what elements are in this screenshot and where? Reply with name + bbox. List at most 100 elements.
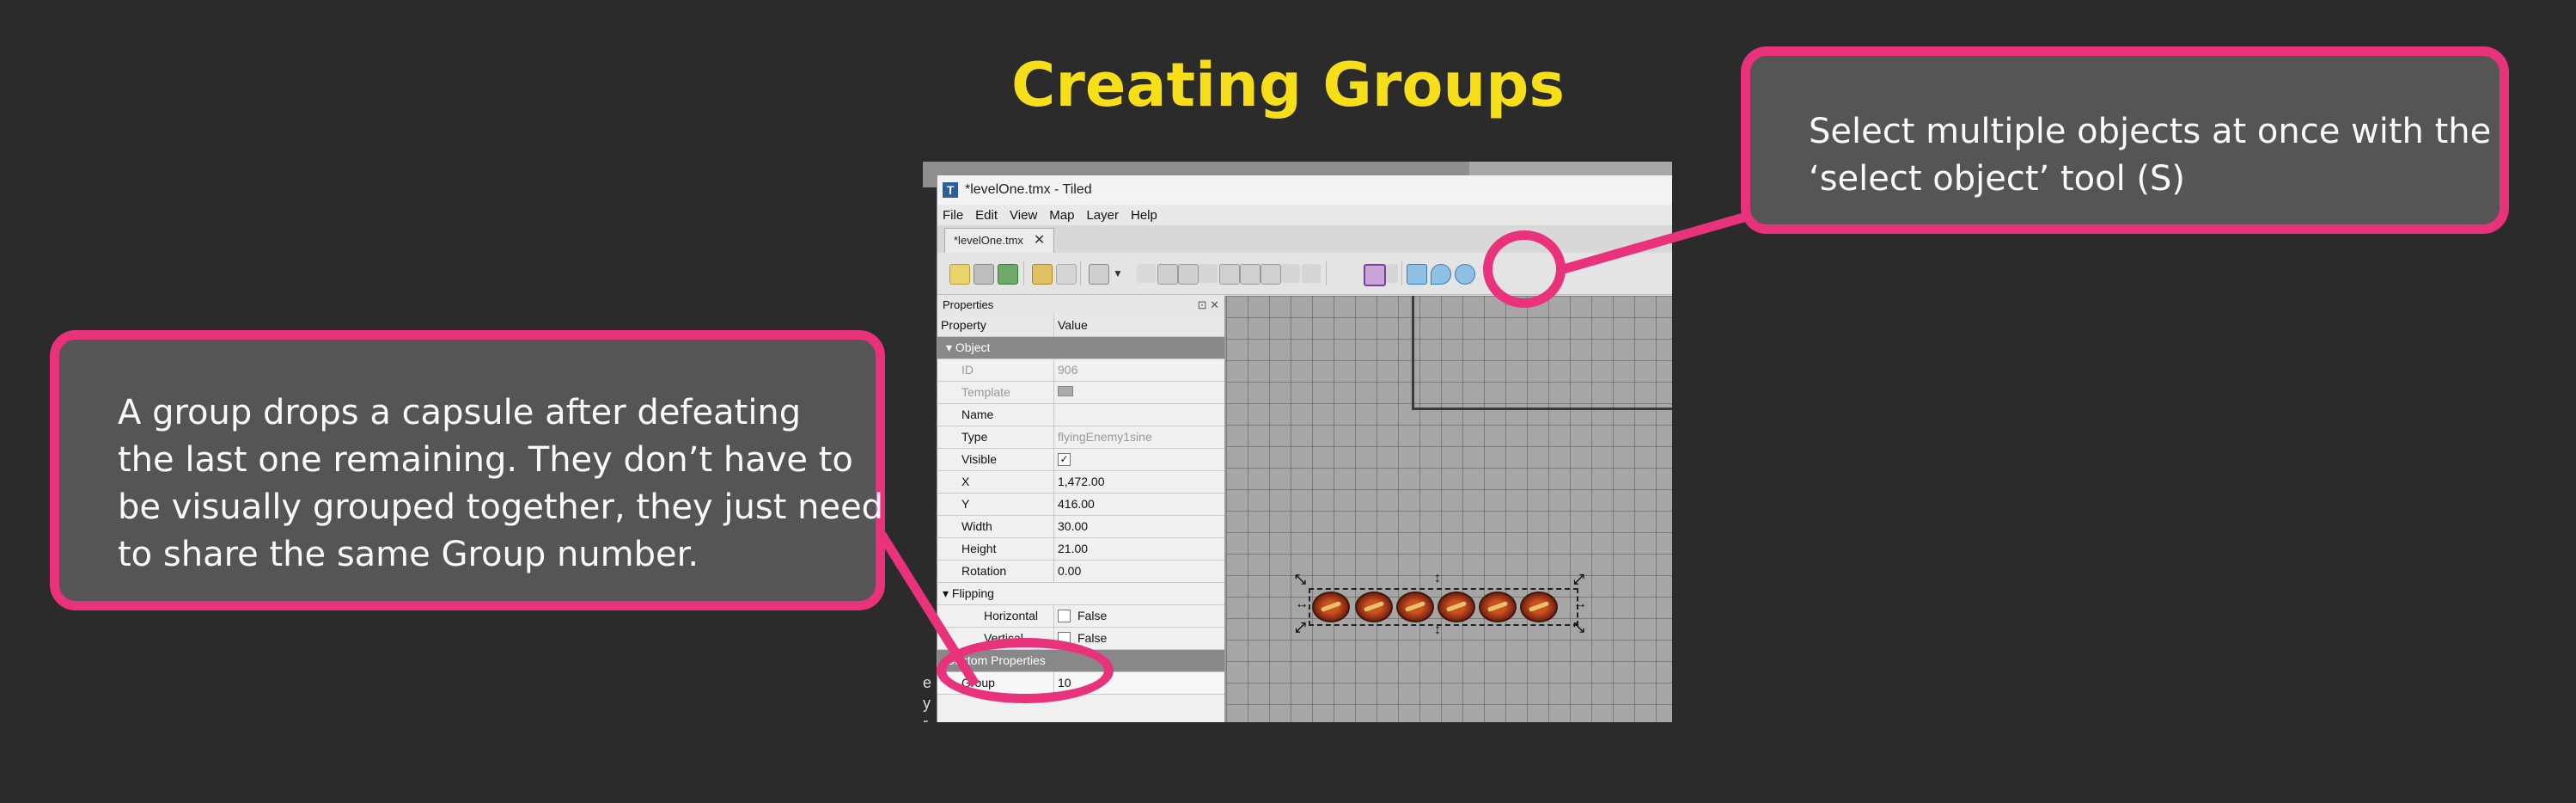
visible-checkbox[interactable]: ✓ [1058, 452, 1071, 466]
edit-polygon-icon[interactable] [1386, 264, 1398, 283]
bucket-fill-icon[interactable] [1178, 264, 1199, 285]
select-object-tool-icon[interactable] [1364, 264, 1386, 286]
resize-handle-icon[interactable]: ↔ [1573, 597, 1587, 612]
property-row-y[interactable]: Y 416.00 [937, 493, 1224, 516]
resize-handle-icon[interactable]: ↕ [1434, 571, 1441, 586]
select-same-tile-icon[interactable] [1281, 264, 1300, 283]
map-wall-vertical [1412, 296, 1414, 409]
left-callout-line: A group drops a capsule after defeating [118, 393, 802, 432]
property-key: Name [937, 404, 1054, 426]
menu-bar: File Edit View Map Layer Help [937, 205, 1672, 225]
menu-edit[interactable]: Edit [975, 208, 998, 223]
property-row-x[interactable]: X 1,472.00 [937, 471, 1224, 493]
property-row-rotation[interactable]: Rotation 0.00 [937, 561, 1224, 583]
property-row-template[interactable]: Template [937, 382, 1224, 404]
tab-label: *levelOne.tmx [954, 234, 1023, 247]
magic-wand-icon[interactable] [1261, 264, 1281, 285]
property-value[interactable]: ✓ [1054, 449, 1224, 470]
property-value[interactable]: 1,472.00 [1054, 471, 1224, 493]
column-value: Value [1058, 318, 1088, 332]
save-file-icon[interactable] [998, 264, 1018, 285]
property-value[interactable] [1054, 404, 1224, 426]
strip-letter-3: r [923, 715, 928, 722]
toolbar-separator [1080, 261, 1081, 285]
left-callout-line: be visually grouped together, they just … [118, 487, 884, 527]
tiled-app-icon: T [943, 182, 958, 198]
property-key: Width [937, 516, 1054, 537]
open-file-icon[interactable] [974, 264, 994, 285]
left-callout-line: to share the same Group number. [118, 535, 699, 574]
group-field-highlight-ring [937, 638, 1114, 703]
property-key: Y [937, 493, 1054, 515]
property-row-visible[interactable]: Visible ✓ [937, 449, 1224, 471]
property-row-horizontal[interactable]: Horizontal False [937, 605, 1224, 628]
wang-brush-icon[interactable] [1157, 264, 1178, 285]
property-value[interactable]: 0.00 [1054, 561, 1224, 582]
left-strip: e y r [923, 187, 937, 722]
menu-file[interactable]: File [943, 208, 963, 223]
resize-handle-icon[interactable]: ⤡ [1573, 621, 1584, 636]
property-key: Height [937, 538, 1054, 560]
property-key: Template [937, 382, 1054, 403]
insert-ellipse-icon[interactable] [1455, 264, 1475, 285]
enemy-sprite[interactable] [1312, 592, 1350, 622]
flipping-section[interactable]: ▾ Flipping [937, 583, 1224, 605]
map-canvas[interactable]: ⤡ ↕ ⤢ ↔ ↔ ⤢ ↕ ⤡ [1226, 296, 1672, 722]
rect-select-icon[interactable] [1240, 264, 1261, 285]
eraser-icon[interactable] [1219, 264, 1240, 285]
column-property: Property [937, 315, 1054, 336]
resize-handle-icon[interactable]: ⤢ [1573, 573, 1584, 588]
enemy-sprite[interactable] [1396, 592, 1434, 622]
new-file-icon[interactable] [949, 264, 970, 285]
redo-icon[interactable] [1056, 264, 1077, 285]
object-section[interactable]: ▾ Object [937, 337, 1224, 359]
insert-point-icon[interactable] [1431, 264, 1451, 285]
property-row-id[interactable]: ID 906 [937, 359, 1224, 382]
toolbar-separator [1326, 261, 1327, 285]
panel-controls-icon[interactable]: ⊡ ✕ [1198, 296, 1219, 315]
menu-map[interactable]: Map [1049, 208, 1074, 223]
property-value[interactable]: 416.00 [1054, 493, 1224, 515]
property-row-name[interactable]: Name [937, 404, 1224, 426]
document-tabs: *levelOne.tmx ✕ [937, 225, 1672, 253]
property-value[interactable]: False [1054, 605, 1224, 627]
terrain-brush-icon[interactable] [1137, 264, 1156, 283]
property-row-width[interactable]: Width 30.00 [937, 516, 1224, 538]
left-callout-line: the last one remaining. They don’t have … [118, 440, 853, 480]
resize-handle-icon[interactable]: ↕ [1434, 622, 1441, 638]
horizontal-checkbox[interactable] [1058, 609, 1071, 622]
zoom-icon[interactable] [1302, 264, 1321, 283]
property-value[interactable]: 21.00 [1054, 538, 1224, 560]
enemy-sprite[interactable] [1438, 592, 1475, 622]
strip-letter-1: e [923, 674, 932, 691]
property-key: Visible [937, 449, 1054, 470]
menu-layer[interactable]: Layer [1086, 208, 1119, 223]
property-value[interactable]: 30.00 [1054, 516, 1224, 537]
menu-view[interactable]: View [1010, 208, 1037, 223]
insert-rectangle-icon[interactable] [1407, 264, 1427, 285]
select-tool-highlight-ring [1483, 230, 1566, 308]
template-icon [1058, 386, 1073, 396]
resize-handle-icon[interactable]: ⤡ [1295, 573, 1306, 588]
menu-help[interactable]: Help [1131, 208, 1157, 223]
property-value: 906 [1058, 363, 1078, 377]
property-row-type[interactable]: Type flyingEnemy1sine [937, 426, 1224, 449]
shape-fill-icon[interactable] [1199, 264, 1218, 283]
chevron-down-icon[interactable]: ▼ [1113, 264, 1123, 283]
undo-icon[interactable] [1032, 264, 1053, 285]
right-callout-line: Select multiple objects at once with the [1809, 112, 2492, 151]
property-key: Rotation [937, 561, 1054, 582]
window-title: *levelOne.tmx - Tiled [965, 182, 1092, 197]
property-row-height[interactable]: Height 21.00 [937, 538, 1224, 561]
enemy-sprite[interactable] [1355, 592, 1393, 622]
close-icon[interactable]: ✕ [1034, 229, 1045, 253]
right-callout-line: ‘select object’ tool (S) [1809, 159, 2186, 199]
property-value[interactable]: flyingEnemy1sine [1054, 426, 1224, 448]
stamp-brush-icon[interactable] [1089, 264, 1109, 285]
resize-handle-icon[interactable]: ⤢ [1295, 621, 1306, 636]
strip-letter-2: y [923, 695, 931, 712]
resize-handle-icon[interactable]: ↔ [1295, 597, 1309, 612]
enemy-sprite[interactable] [1479, 592, 1517, 622]
tab-levelone[interactable]: *levelOne.tmx ✕ [944, 228, 1055, 253]
enemy-sprite[interactable] [1520, 592, 1558, 622]
